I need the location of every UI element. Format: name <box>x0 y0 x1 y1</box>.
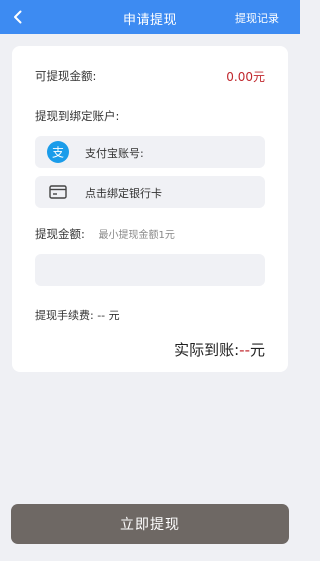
available-label: 可提现金额: <box>35 69 97 83</box>
bottom-area <box>0 549 300 561</box>
available-amount: 0.00元 <box>226 70 265 84</box>
actual-label: 实际到账: <box>174 341 240 359</box>
amount-input[interactable] <box>35 254 265 286</box>
bank-card-icon <box>49 185 67 199</box>
svg-text:支: 支 <box>52 146 64 160</box>
actual-unit: 元 <box>249 341 265 359</box>
amount-label-row: 提现金额: 最小提现金额1元 <box>35 226 175 242</box>
actual-amount-row: 实际到账:--元 <box>174 339 265 360</box>
amount-hint: 最小提现金额1元 <box>98 230 175 241</box>
alipay-account-button[interactable]: 支 支付宝账号: <box>35 136 265 168</box>
bind-account-label: 提现到绑定账户: <box>35 109 120 123</box>
bind-bank-card-label: 点击绑定银行卡 <box>85 187 162 200</box>
submit-withdraw-button[interactable]: 立即提现 <box>11 504 289 544</box>
alipay-icon: 支 <box>47 141 69 163</box>
fee-text: 提现手续费: -- 元 <box>35 309 120 322</box>
top-bar: 申请提现 提现记录 <box>0 0 300 34</box>
bind-bank-card-button[interactable]: 点击绑定银行卡 <box>35 176 265 208</box>
withdraw-form-card: 可提现金额: 0.00元 提现到绑定账户: 支 支付宝账号: 点击绑定银行卡 提… <box>12 46 288 372</box>
withdraw-records-link[interactable]: 提现记录 <box>235 10 279 26</box>
alipay-account-label: 支付宝账号: <box>85 147 144 160</box>
actual-value: -- <box>239 341 250 359</box>
available-row: 可提现金额: 0.00元 <box>35 68 265 84</box>
amount-label: 提现金额: <box>35 227 85 241</box>
